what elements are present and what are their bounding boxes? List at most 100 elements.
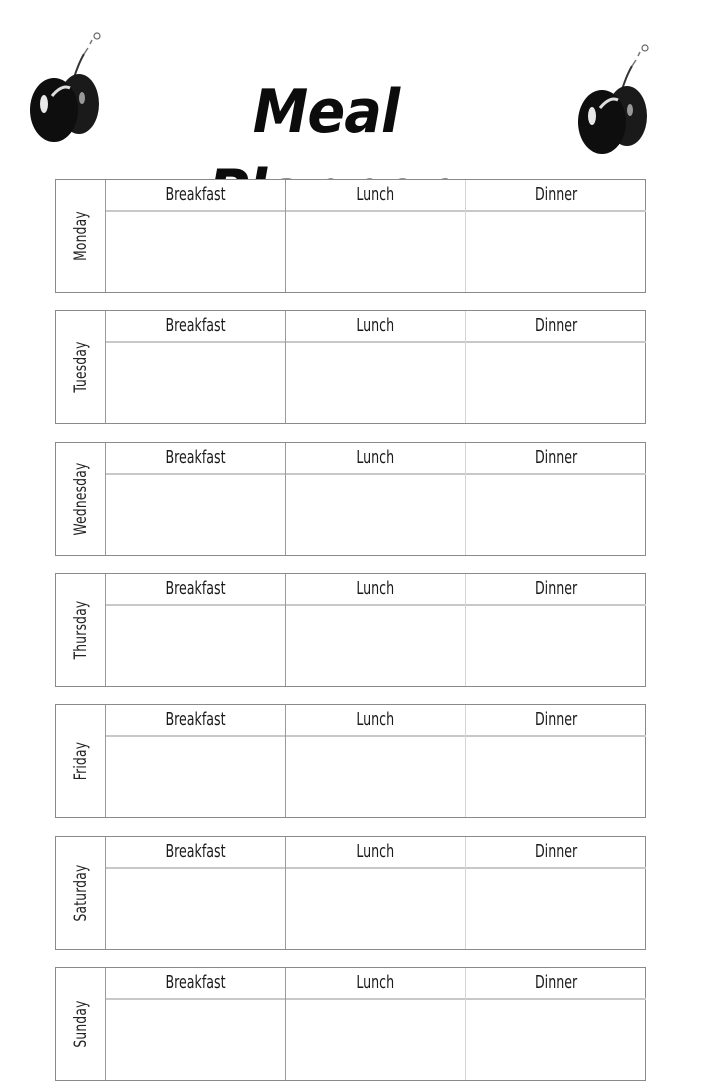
meal-column-breakfast: Breakfast xyxy=(106,968,286,1080)
day-block-tuesday: Tuesday Breakfast Lunch Dinner xyxy=(55,310,646,424)
day-label: Sunday xyxy=(70,1000,91,1048)
meal-header-label: Lunch xyxy=(356,709,395,730)
day-label-cell: Friday xyxy=(56,705,106,817)
meal-header: Breakfast xyxy=(106,705,285,737)
meal-entry-cell[interactable] xyxy=(286,475,465,555)
meal-header: Lunch xyxy=(286,443,465,475)
apple-icon xyxy=(30,32,101,142)
meal-header-label: Lunch xyxy=(356,447,395,468)
meal-column-dinner: Dinner xyxy=(466,837,646,949)
meal-entry-cell[interactable] xyxy=(106,606,285,686)
meal-header-label: Dinner xyxy=(534,578,578,599)
meal-entry-cell[interactable] xyxy=(106,475,285,555)
meal-header: Lunch xyxy=(286,705,465,737)
meal-column-dinner: Dinner xyxy=(466,443,646,555)
meal-header: Breakfast xyxy=(106,837,285,869)
meal-header-label: Dinner xyxy=(534,447,578,468)
meal-header-label: Dinner xyxy=(534,841,578,862)
meal-header: Dinner xyxy=(466,180,646,212)
meal-header: Lunch xyxy=(286,968,465,1000)
meal-header-label: Dinner xyxy=(534,315,578,336)
day-label-cell: Wednesday xyxy=(56,443,106,555)
meal-header: Dinner xyxy=(466,311,646,343)
apple-icon xyxy=(578,44,649,154)
meal-entry-cell[interactable] xyxy=(106,869,285,949)
day-label: Friday xyxy=(70,741,91,781)
day-label-cell: Tuesday xyxy=(56,311,106,423)
meal-header: Dinner xyxy=(466,705,646,737)
meal-header-label: Lunch xyxy=(356,315,395,336)
day-block-thursday: Thursday Breakfast Lunch Dinner xyxy=(55,573,646,687)
meal-header: Dinner xyxy=(466,837,646,869)
meal-column-breakfast: Breakfast xyxy=(106,443,286,555)
meal-header: Lunch xyxy=(286,837,465,869)
day-label: Wednesday xyxy=(70,462,91,536)
day-block-wednesday: Wednesday Breakfast Lunch Dinner xyxy=(55,442,646,556)
meal-column-breakfast: Breakfast xyxy=(106,311,286,423)
meal-header: Breakfast xyxy=(106,311,285,343)
meal-column-lunch: Lunch xyxy=(286,837,466,949)
meal-column-dinner: Dinner xyxy=(466,574,646,686)
day-label-cell: Thursday xyxy=(56,574,106,686)
meal-entry-cell[interactable] xyxy=(106,343,285,423)
meal-header: Dinner xyxy=(466,443,646,475)
day-label: Monday xyxy=(70,211,91,261)
meal-header: Lunch xyxy=(286,180,465,212)
day-block-saturday: Saturday Breakfast Lunch Dinner xyxy=(55,836,646,950)
meal-entry-cell[interactable] xyxy=(466,869,646,949)
meal-entry-cell[interactable] xyxy=(466,212,646,292)
meal-header: Breakfast xyxy=(106,180,285,212)
meal-entry-cell[interactable] xyxy=(466,606,646,686)
meal-entry-cell[interactable] xyxy=(466,737,646,817)
meal-column-lunch: Lunch xyxy=(286,311,466,423)
meal-entry-cell[interactable] xyxy=(106,212,285,292)
day-block-friday: Friday Breakfast Lunch Dinner xyxy=(55,704,646,818)
meal-header: Dinner xyxy=(466,968,646,1000)
meal-column-dinner: Dinner xyxy=(466,968,646,1080)
day-label-cell: Monday xyxy=(56,180,106,292)
meal-column-lunch: Lunch xyxy=(286,968,466,1080)
meal-column-lunch: Lunch xyxy=(286,705,466,817)
meal-header-label: Breakfast xyxy=(165,578,226,599)
meal-header-label: Lunch xyxy=(356,972,395,993)
meal-column-lunch: Lunch xyxy=(286,180,466,292)
meal-column-dinner: Dinner xyxy=(466,180,646,292)
meal-column-breakfast: Breakfast xyxy=(106,180,286,292)
day-block-sunday: Sunday Breakfast Lunch Dinner xyxy=(55,967,646,1081)
meal-header: Breakfast xyxy=(106,574,285,606)
meal-header-label: Dinner xyxy=(534,709,578,730)
meal-entry-cell[interactable] xyxy=(286,212,465,292)
meal-column-breakfast: Breakfast xyxy=(106,837,286,949)
day-block-monday: Monday Breakfast Lunch Dinner xyxy=(55,179,646,293)
day-label-cell: Sunday xyxy=(56,968,106,1080)
day-label: Thursday xyxy=(70,600,91,660)
meal-header-label: Breakfast xyxy=(165,184,226,205)
meal-entry-cell[interactable] xyxy=(466,343,646,423)
meal-header-label: Breakfast xyxy=(165,447,226,468)
meal-column-dinner: Dinner xyxy=(466,705,646,817)
meal-header-label: Lunch xyxy=(356,578,395,599)
meal-header: Lunch xyxy=(286,311,465,343)
meal-entry-cell[interactable] xyxy=(286,606,465,686)
meal-column-breakfast: Breakfast xyxy=(106,705,286,817)
day-label-cell: Saturday xyxy=(56,837,106,949)
meal-entry-cell[interactable] xyxy=(286,869,465,949)
meal-header-label: Breakfast xyxy=(165,972,226,993)
meal-header-label: Dinner xyxy=(534,184,578,205)
meal-header-label: Breakfast xyxy=(165,709,226,730)
meal-entry-cell[interactable] xyxy=(286,1000,465,1080)
meal-header: Breakfast xyxy=(106,443,285,475)
meal-entry-cell[interactable] xyxy=(106,737,285,817)
meal-header-label: Lunch xyxy=(356,841,395,862)
meal-column-lunch: Lunch xyxy=(286,574,466,686)
day-label: Saturday xyxy=(70,864,91,922)
meal-header-label: Lunch xyxy=(356,184,395,205)
meal-entry-cell[interactable] xyxy=(286,737,465,817)
meal-entry-cell[interactable] xyxy=(466,1000,646,1080)
meal-entry-cell[interactable] xyxy=(466,475,646,555)
meal-header-label: Dinner xyxy=(534,972,578,993)
meal-entry-cell[interactable] xyxy=(106,1000,285,1080)
meal-entry-cell[interactable] xyxy=(286,343,465,423)
meal-column-breakfast: Breakfast xyxy=(106,574,286,686)
day-label: Tuesday xyxy=(70,341,91,393)
